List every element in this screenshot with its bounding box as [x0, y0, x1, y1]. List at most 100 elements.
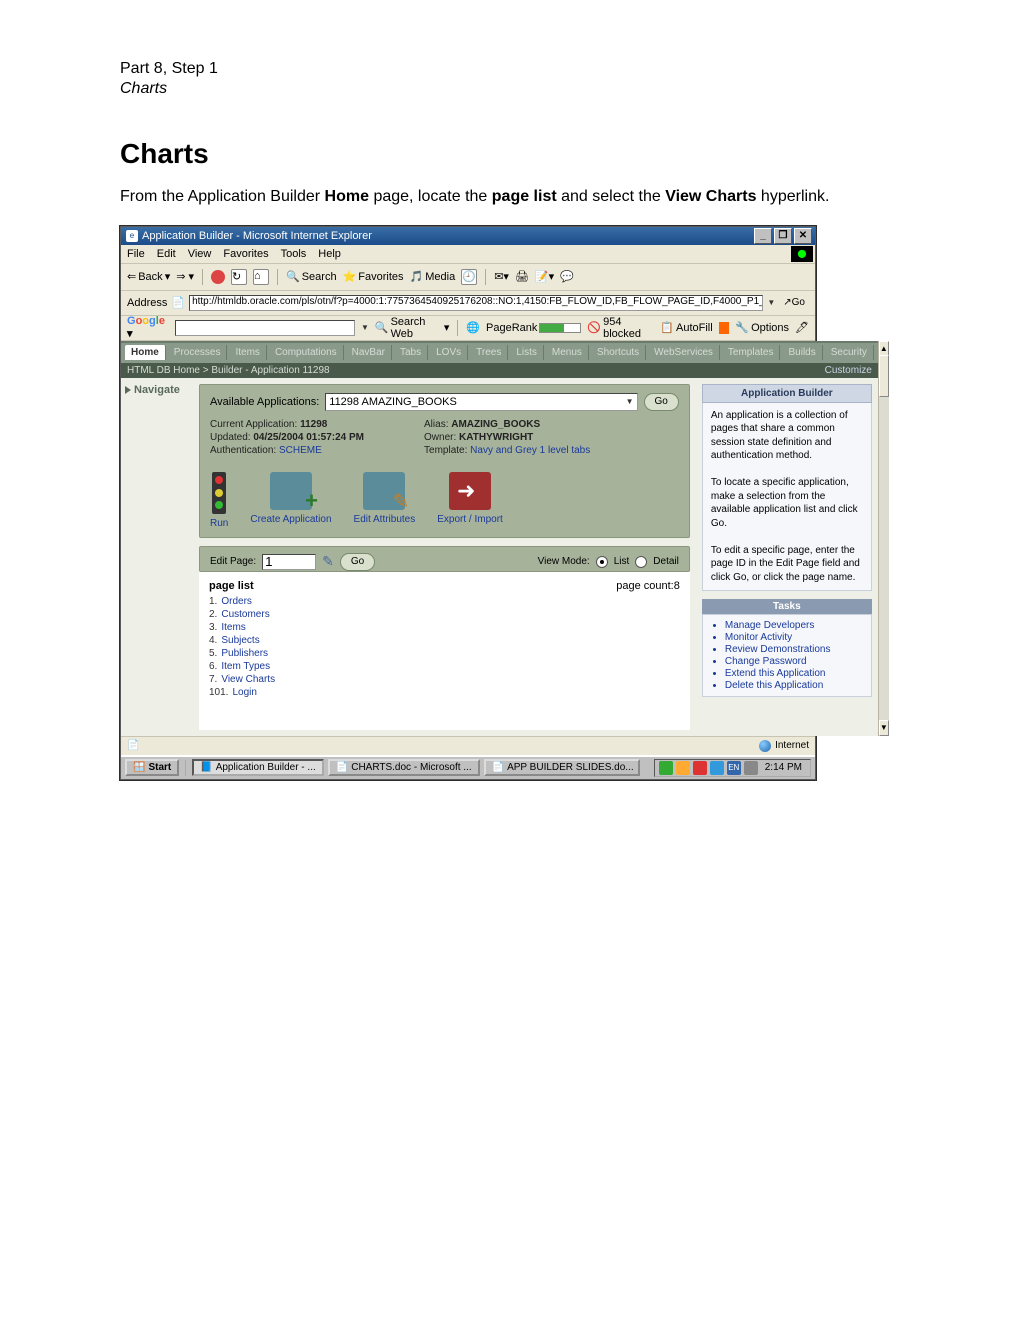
- minimize-button[interactable]: _: [754, 228, 772, 244]
- menu-favorites[interactable]: Favorites: [223, 248, 268, 260]
- scroll-down-icon[interactable]: ▼: [879, 720, 889, 736]
- sidebar-header: Application Builder: [702, 384, 872, 403]
- run-app-button[interactable]: Run: [210, 472, 228, 529]
- tab-templates[interactable]: Templates: [722, 345, 781, 360]
- auth-link[interactable]: SCHEME: [279, 445, 322, 456]
- address-input[interactable]: http://htmldb.oracle.com/pls/otn/f?p=400…: [189, 295, 763, 311]
- wand-icon[interactable]: ✎: [322, 553, 334, 570]
- tray-icon-3[interactable]: [693, 761, 707, 775]
- tab-items[interactable]: Items: [229, 345, 266, 360]
- media-button[interactable]: 🎵Media: [410, 270, 456, 283]
- sidebar-p3: To edit a specific page, enter the page …: [711, 544, 863, 585]
- navigate-header[interactable]: Navigate: [125, 384, 189, 396]
- edit-icon[interactable]: 📝▾: [535, 270, 554, 283]
- tab-shortcuts[interactable]: Shortcuts: [591, 345, 646, 360]
- google-highlight-icon[interactable]: 🖊: [795, 321, 809, 334]
- tab-lovs[interactable]: LOVs: [430, 345, 468, 360]
- tab-home[interactable]: Home: [125, 345, 166, 360]
- google-popup-blocked[interactable]: 🚫954 blocked: [587, 316, 654, 340]
- edit-attributes-button[interactable]: Edit Attributes: [354, 472, 416, 529]
- print-icon[interactable]: 🖨: [515, 270, 529, 283]
- google-news-icon[interactable]: 🌐: [466, 321, 480, 334]
- export-import-button[interactable]: Export / Import: [437, 472, 503, 529]
- task-link[interactable]: Manage Developers: [725, 620, 863, 631]
- viewmode-list-radio[interactable]: [596, 556, 608, 568]
- menu-file[interactable]: File: [127, 248, 145, 260]
- tray-icon-2[interactable]: [676, 761, 690, 775]
- tab-tabs[interactable]: Tabs: [394, 345, 428, 360]
- refresh-icon[interactable]: ↻: [231, 269, 247, 285]
- scroll-thumb[interactable]: [879, 355, 889, 397]
- task-link[interactable]: Monitor Activity: [725, 632, 863, 643]
- menu-view[interactable]: View: [188, 248, 212, 260]
- menu-edit[interactable]: Edit: [157, 248, 176, 260]
- security-zone: Internet: [775, 740, 809, 751]
- tab-webservices[interactable]: WebServices: [648, 345, 720, 360]
- taskbar-app-1[interactable]: 📘Application Builder - ...: [192, 759, 324, 776]
- viewmode-detail-radio[interactable]: [635, 556, 647, 568]
- tray-icon-4[interactable]: [710, 761, 724, 775]
- google-options[interactable]: 🔧Options: [735, 321, 789, 334]
- task-link[interactable]: Delete this Application: [725, 680, 863, 691]
- tab-computations[interactable]: Computations: [269, 345, 344, 360]
- tray-icon-1[interactable]: [659, 761, 673, 775]
- forward-button[interactable]: ⇒ ▾: [176, 270, 194, 283]
- create-icon: [270, 472, 312, 510]
- customize-link[interactable]: Customize: [825, 365, 872, 376]
- search-button[interactable]: 🔍Search: [286, 270, 337, 283]
- task-link[interactable]: Extend this Application: [725, 668, 863, 679]
- page-link[interactable]: Orders: [221, 596, 252, 607]
- page-link[interactable]: Item Types: [221, 661, 270, 672]
- page-link[interactable]: Login: [232, 687, 256, 698]
- stop-icon[interactable]: [211, 270, 225, 284]
- start-button[interactable]: 🪟Start: [125, 759, 179, 776]
- tab-security[interactable]: Security: [825, 345, 874, 360]
- tab-navbar[interactable]: NavBar: [346, 345, 392, 360]
- address-dropdown-icon[interactable]: ▼: [767, 298, 775, 307]
- tasks-header: Tasks: [702, 599, 872, 614]
- address-go-button[interactable]: ↗Go: [779, 297, 809, 308]
- favorites-button[interactable]: ⭐Favorites: [343, 270, 404, 283]
- template-link[interactable]: Navy and Grey 1 level tabs: [470, 445, 590, 456]
- clock: 2:14 PM: [761, 762, 806, 773]
- google-search-input[interactable]: [175, 320, 355, 336]
- tab-processes[interactable]: Processes: [168, 345, 228, 360]
- export-icon: [449, 472, 491, 510]
- back-button[interactable]: ⇐ Back ▾: [127, 270, 170, 283]
- google-blogger-icon[interactable]: [719, 322, 730, 334]
- breadcrumb: HTML DB Home > Builder - Application 112…: [121, 363, 878, 378]
- available-apps-select[interactable]: 11298 AMAZING_BOOKS▼: [325, 393, 637, 411]
- menu-tools[interactable]: Tools: [281, 248, 307, 260]
- tab-menus[interactable]: Menus: [546, 345, 589, 360]
- close-button[interactable]: ✕: [794, 228, 812, 244]
- tray-icon-5[interactable]: [744, 761, 758, 775]
- menu-help[interactable]: Help: [318, 248, 341, 260]
- tab-trees[interactable]: Trees: [470, 345, 508, 360]
- edit-page-go-button[interactable]: Go: [340, 553, 375, 571]
- create-app-button[interactable]: Create Application: [250, 472, 331, 529]
- tray-icon-lang[interactable]: EN: [727, 761, 741, 775]
- page-link[interactable]: Items: [221, 622, 245, 633]
- page-link[interactable]: Publishers: [221, 648, 268, 659]
- task-link[interactable]: Review Demonstrations: [725, 644, 863, 655]
- apps-go-button[interactable]: Go: [644, 393, 679, 411]
- google-autofill[interactable]: 📋AutoFill: [660, 321, 712, 334]
- google-searchweb-button[interactable]: 🔍Search Web ▾: [375, 316, 450, 340]
- history-icon[interactable]: 🕘: [461, 269, 477, 285]
- tab-builds[interactable]: Builds: [782, 345, 822, 360]
- tab-lists[interactable]: Lists: [510, 345, 544, 360]
- mail-icon[interactable]: ✉▾: [494, 270, 509, 283]
- page-link[interactable]: View Charts: [221, 674, 275, 685]
- page-link[interactable]: Subjects: [221, 635, 259, 646]
- vertical-scrollbar[interactable]: ▲ ▼: [878, 341, 889, 736]
- maximize-button[interactable]: ❐: [774, 228, 792, 244]
- taskbar-app-3[interactable]: 📄APP BUILDER SLIDES.do...: [484, 759, 640, 776]
- discuss-icon[interactable]: 💬: [560, 270, 574, 283]
- breadcrumb-path[interactable]: HTML DB Home > Builder - Application 112…: [127, 365, 330, 376]
- google-dropdown-icon[interactable]: ▼: [361, 323, 369, 332]
- task-link[interactable]: Change Password: [725, 656, 863, 667]
- page-link[interactable]: Customers: [221, 609, 269, 620]
- taskbar-app-2[interactable]: 📄CHARTS.doc - Microsoft ...: [328, 759, 480, 776]
- home-icon[interactable]: ⌂: [253, 269, 269, 285]
- edit-page-input[interactable]: [262, 554, 316, 570]
